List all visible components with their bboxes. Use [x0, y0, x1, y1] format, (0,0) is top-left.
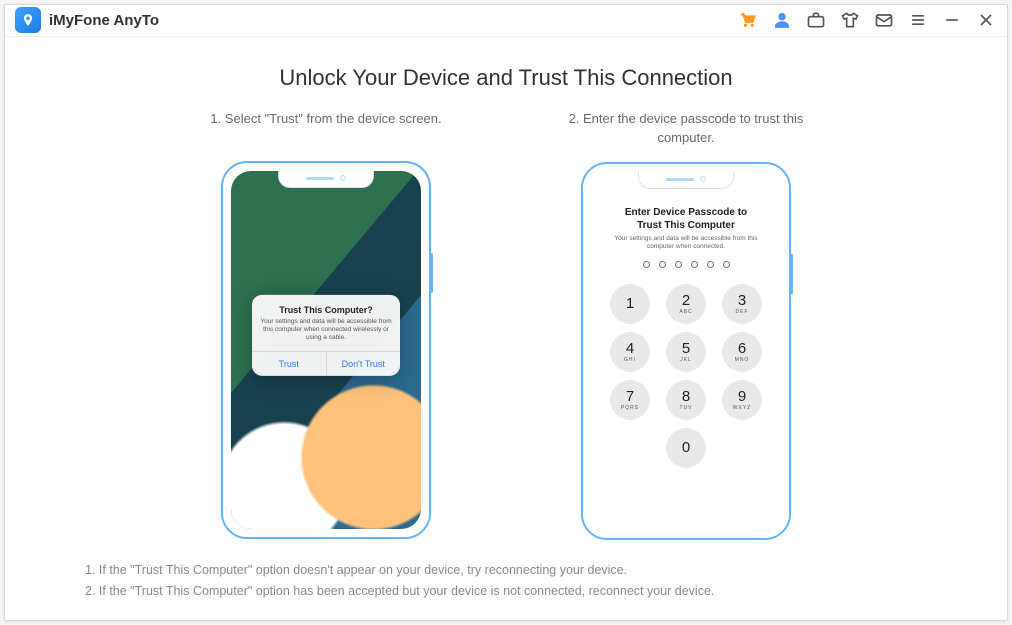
footnote-1: 1. If the "Trust This Computer" option d… [85, 560, 927, 581]
step-1-caption: 1. Select "Trust" from the device screen… [210, 109, 441, 147]
steps-row: 1. Select "Trust" from the device screen… [45, 109, 967, 540]
app-logo-icon [15, 7, 41, 33]
cart-icon[interactable] [737, 9, 759, 31]
trust-button[interactable]: Trust [252, 351, 326, 375]
menu-icon[interactable] [907, 9, 929, 31]
page-heading: Unlock Your Device and Trust This Connec… [279, 65, 732, 91]
step-1: 1. Select "Trust" from the device screen… [196, 109, 456, 540]
keypad: 1 2ABC 3DEF 4GHI 5JKL 6MNO 7PQRS 8TUV 9W… [610, 284, 762, 468]
title-bar: iMyFone AnyTo [5, 5, 1007, 37]
key-0[interactable]: 0 [666, 428, 706, 468]
phone-mockup-1: Trust This Computer? Your settings and d… [221, 161, 431, 539]
key-5[interactable]: 5JKL [666, 332, 706, 372]
shirt-icon[interactable] [839, 9, 861, 31]
titlebar-actions [737, 9, 997, 31]
key-7[interactable]: 7PQRS [610, 380, 650, 420]
passcode-subtitle: Your settings and data will be accessibl… [611, 235, 761, 251]
key-8[interactable]: 8TUV [666, 380, 706, 420]
alert-message: Your settings and data will be accessibl… [260, 318, 392, 342]
close-button[interactable] [975, 9, 997, 31]
dont-trust-button[interactable]: Don't Trust [326, 351, 401, 375]
key-1[interactable]: 1 [610, 284, 650, 324]
key-2[interactable]: 2ABC [666, 284, 706, 324]
briefcase-icon[interactable] [805, 9, 827, 31]
key-3[interactable]: 3DEF [722, 284, 762, 324]
app-title: iMyFone AnyTo [49, 12, 159, 29]
footnotes: 1. If the "Trust This Computer" option d… [45, 560, 967, 603]
notch-icon [278, 171, 374, 188]
step-2-caption: 2. Enter the device passcode to trust th… [556, 109, 816, 148]
phone-mockup-2: Enter Device Passcode to Trust This Comp… [581, 162, 791, 540]
key-4[interactable]: 4GHI [610, 332, 650, 372]
alert-title: Trust This Computer? [260, 305, 392, 315]
mail-icon[interactable] [873, 9, 895, 31]
key-6[interactable]: 6MNO [722, 332, 762, 372]
main-content: Unlock Your Device and Trust This Connec… [5, 37, 1007, 621]
passcode-title: Enter Device Passcode to Trust This Comp… [616, 206, 756, 232]
minimize-button[interactable] [941, 9, 963, 31]
passcode-screen: Enter Device Passcode to Trust This Comp… [591, 172, 781, 530]
user-icon[interactable] [771, 9, 793, 31]
app-window: iMyFone AnyTo [4, 4, 1008, 621]
notch-icon [638, 172, 734, 189]
key-9[interactable]: 9WXYZ [722, 380, 762, 420]
footnote-2: 2. If the "Trust This Computer" option h… [85, 581, 927, 602]
trust-alert: Trust This Computer? Your settings and d… [252, 295, 400, 375]
passcode-dots [643, 261, 730, 268]
step-2: 2. Enter the device passcode to trust th… [556, 109, 816, 540]
